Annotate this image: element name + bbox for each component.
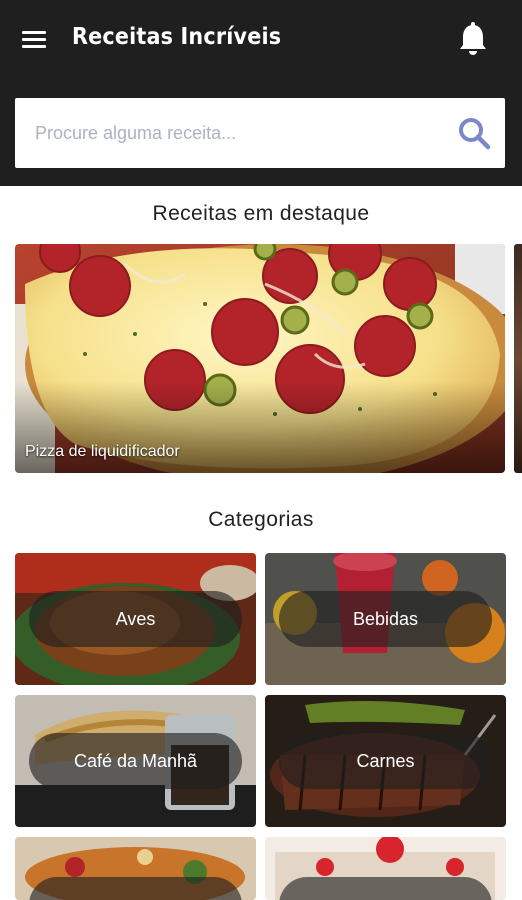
bell-icon[interactable] — [456, 20, 490, 60]
featured-recipe-card[interactable]: Pizza de liquidificador — [15, 244, 505, 473]
category-label-carnes: Carnes — [279, 733, 492, 789]
category-card-carnes[interactable]: Carnes — [265, 695, 506, 827]
featured-section-title: Receitas em destaque — [152, 202, 370, 225]
pizza-image — [15, 244, 505, 473]
category-card-bebidas[interactable]: Bebidas — [265, 553, 506, 685]
category-card-cafe-da-manha[interactable]: Café da Manhã — [15, 695, 256, 827]
menu-icon[interactable] — [18, 26, 50, 54]
category-card-partial-left[interactable] — [15, 837, 256, 900]
category-label-cafe-da-manha: Café da Manhã — [29, 733, 242, 789]
search-box — [15, 98, 505, 168]
app-bar: Receitas Incríveis — [0, 0, 522, 84]
categories-section-title: Categorias — [208, 508, 314, 531]
search-icon[interactable] — [455, 114, 493, 152]
category-label-aves: Aves — [29, 591, 242, 647]
search-input[interactable] — [35, 112, 445, 154]
next-featured-card-peek[interactable] — [514, 244, 522, 473]
category-label-bebidas: Bebidas — [279, 591, 492, 647]
category-pill-partial-right — [279, 877, 492, 900]
category-card-partial-right[interactable] — [265, 837, 506, 900]
category-card-aves[interactable]: Aves — [15, 553, 256, 685]
category-pill-partial-left — [29, 877, 242, 900]
app-title: Receitas Incríveis — [72, 24, 282, 50]
featured-recipe-label: Pizza de liquidificador — [25, 443, 180, 460]
search-bar-container — [0, 84, 522, 186]
